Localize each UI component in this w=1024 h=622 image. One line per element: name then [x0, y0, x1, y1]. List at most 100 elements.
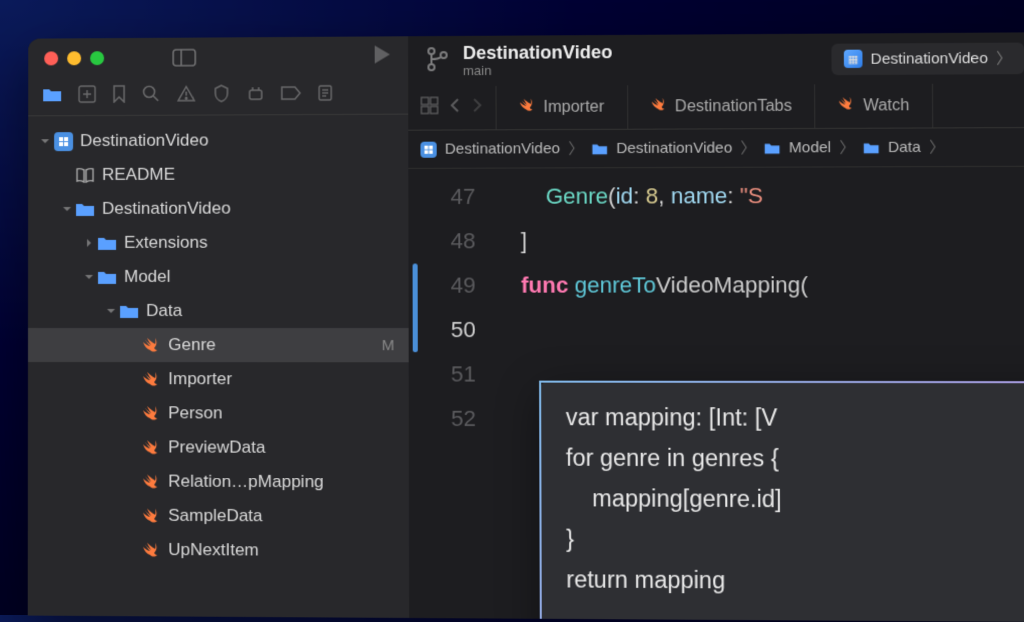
tree-row-file[interactable]: SampleData: [28, 498, 409, 534]
folder-icon: [96, 269, 118, 284]
swift-file-icon: [140, 507, 162, 525]
tree-label: README: [102, 164, 394, 185]
navigator-sidebar: DestinationVideo README DestinationVideo…: [28, 36, 409, 618]
tree-label: DestinationVideo: [80, 130, 394, 151]
tree-label: SampleData: [168, 506, 395, 527]
tree-label: Importer: [168, 369, 394, 389]
source-control-navigator-tab[interactable]: [78, 85, 96, 108]
tree-row-file[interactable]: Importer: [28, 362, 409, 397]
zoom-window-button[interactable]: [90, 51, 104, 65]
tab-label: Importer: [543, 98, 604, 116]
line-number: 52: [409, 397, 476, 442]
suggestion-line: return mapping: [566, 559, 1024, 602]
swift-file-icon: [140, 404, 162, 422]
minimize-window-button[interactable]: [67, 51, 81, 65]
branch-icon: [426, 46, 448, 77]
line-number: 47: [408, 175, 475, 219]
swift-file-icon: [650, 96, 666, 117]
folder-icon: [764, 142, 781, 154]
project-icon: [54, 132, 73, 151]
chevron-right-icon[interactable]: [82, 238, 96, 248]
suggestion-line: var mapping: [Int: [V: [566, 397, 1024, 439]
tree-label: UpNextItem: [168, 540, 395, 561]
tree-row-file[interactable]: Relation…pMapping: [28, 464, 409, 500]
tree-row-file-selected[interactable]: Genre M: [28, 328, 409, 362]
project-navigator-tree: DestinationVideo README DestinationVideo…: [28, 115, 409, 618]
folder-icon: [592, 142, 608, 154]
bookmark-navigator-tab[interactable]: [112, 85, 126, 108]
suggestion-line: mapping[genre.id]: [566, 478, 1024, 521]
change-bar: [413, 264, 418, 353]
swift-file-icon: [140, 472, 162, 490]
tree-label: Person: [168, 403, 394, 424]
swift-file-icon: [519, 97, 535, 118]
swift-file-icon: [140, 438, 162, 456]
breakpoint-navigator-tab[interactable]: [281, 86, 301, 105]
tree-label: Relation…pMapping: [168, 472, 394, 493]
suggestion-line: }: [566, 518, 1024, 561]
breadcrumb-segment[interactable]: Data: [888, 139, 921, 156]
sidebar-toggle-icon[interactable]: [172, 49, 196, 67]
line-number: 50: [409, 308, 476, 352]
tab-label: Watch: [863, 97, 909, 115]
suggestion-line: for genre in genres {: [566, 437, 1024, 479]
swift-file-icon: [140, 370, 162, 388]
chevron-right-icon: 〉: [568, 138, 583, 159]
line-gutter: 47 48 49 50 51 52: [408, 169, 496, 619]
scheme-name: DestinationVideo: [871, 49, 988, 67]
tree-row-folder[interactable]: DestinationVideo: [28, 191, 408, 226]
report-navigator-tab[interactable]: [317, 84, 333, 107]
breadcrumb-segment[interactable]: DestinationVideo: [445, 140, 560, 158]
related-items-icon[interactable]: [420, 96, 438, 119]
breadcrumb-segment[interactable]: DestinationVideo: [616, 139, 732, 157]
swift-file-icon: [838, 95, 855, 116]
tree-row-folder[interactable]: Model: [28, 259, 409, 294]
tree-label: DestinationVideo: [102, 198, 394, 219]
tab-importer[interactable]: Importer: [496, 85, 628, 129]
scheme-selector[interactable]: ▦ DestinationVideo 〉: [831, 42, 1024, 75]
folder-icon: [74, 201, 96, 216]
chevron-down-icon[interactable]: [104, 306, 118, 316]
project-title: DestinationVideo: [463, 43, 613, 64]
find-navigator-tab[interactable]: [142, 85, 160, 108]
tree-label: Genre: [168, 335, 375, 355]
tree-row-readme[interactable]: README: [28, 157, 408, 192]
debug-navigator-tab[interactable]: [247, 84, 265, 107]
folder-icon: [118, 303, 140, 318]
line-number: 51: [409, 352, 476, 396]
tab-label: DestinationTabs: [675, 97, 792, 116]
tree-row-project[interactable]: DestinationVideo: [28, 123, 408, 159]
chevron-down-icon[interactable]: [38, 136, 52, 146]
tree-label: Model: [124, 267, 394, 287]
close-window-button[interactable]: [44, 51, 58, 65]
branch-name[interactable]: main: [463, 63, 613, 79]
jump-bar[interactable]: DestinationVideo 〉 DestinationVideo 〉 Mo…: [408, 128, 1024, 169]
code-completion-popup[interactable]: var mapping: [Int: [Vfor genre in genres…: [539, 381, 1024, 622]
titlebar: [28, 36, 408, 78]
tree-row-folder[interactable]: Data: [28, 294, 409, 328]
back-button[interactable]: [449, 96, 461, 119]
chevron-down-icon[interactable]: [82, 272, 96, 282]
tree-row-file[interactable]: UpNextItem: [28, 532, 409, 568]
tree-row-file[interactable]: Person: [28, 396, 409, 431]
forward-button[interactable]: [471, 96, 483, 119]
folder-icon: [863, 141, 880, 153]
chevron-down-icon[interactable]: [60, 204, 74, 214]
run-button[interactable]: [372, 43, 392, 70]
project-navigator-tab[interactable]: [42, 86, 62, 107]
tabbar: Importer DestinationTabs Watch: [408, 83, 1024, 131]
test-navigator-tab[interactable]: [212, 84, 230, 107]
breadcrumb-segment[interactable]: Model: [789, 139, 831, 156]
tab-watch[interactable]: Watch: [816, 84, 934, 128]
tree-row-file[interactable]: PreviewData: [28, 430, 409, 465]
tree-label: Extensions: [124, 232, 394, 253]
app-icon: ▦: [844, 50, 863, 68]
chevron-right-icon: 〉: [839, 137, 855, 158]
tree-row-folder[interactable]: Extensions: [28, 225, 408, 260]
issue-navigator-tab[interactable]: [176, 85, 196, 108]
chevron-right-icon: 〉: [740, 137, 756, 158]
tab-destinationtabs[interactable]: DestinationTabs: [628, 84, 816, 128]
tree-label: PreviewData: [168, 437, 394, 458]
tree-label: Data: [146, 301, 394, 321]
editor-header: DestinationVideo main ▦ DestinationVideo…: [408, 32, 1024, 86]
